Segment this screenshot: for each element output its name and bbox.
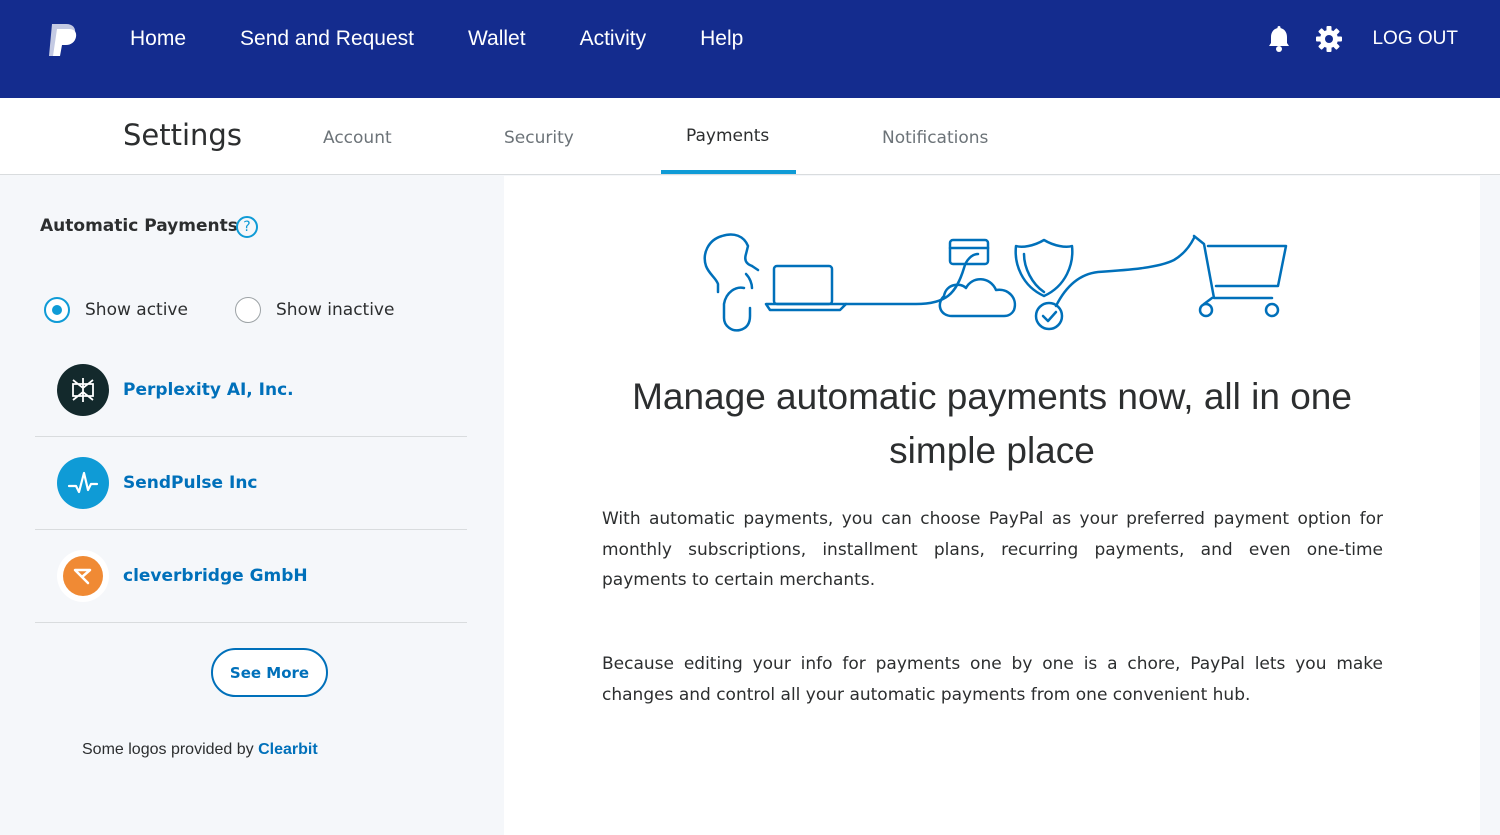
top-nav: Home Send and Request Wallet Activity He… xyxy=(0,0,1500,98)
paypal-logo-icon[interactable] xyxy=(46,22,80,58)
logout-link[interactable]: LOG OUT xyxy=(1372,28,1458,50)
merchant-row[interactable]: SendPulse Inc xyxy=(35,437,467,530)
radio-show-active[interactable] xyxy=(44,297,70,323)
nav-help[interactable]: Help xyxy=(700,27,743,51)
nav-home[interactable]: Home xyxy=(130,27,186,51)
tab-security[interactable]: Security xyxy=(504,128,574,148)
nav-wallet[interactable]: Wallet xyxy=(468,27,526,51)
cleverbridge-logo-icon xyxy=(57,550,109,602)
logos-attribution: Some logos provided by Clearbit xyxy=(82,741,318,759)
tab-notifications[interactable]: Notifications xyxy=(882,128,988,148)
hub-paragraph: Because editing your info for payments o… xyxy=(602,654,1383,705)
nav-send-and-request[interactable]: Send and Request xyxy=(240,27,414,51)
see-more-button[interactable]: See More xyxy=(211,648,328,697)
right-gutter xyxy=(1480,176,1500,835)
sidebar-title: Automatic Payments xyxy=(40,216,238,236)
perplexity-logo-icon xyxy=(57,364,109,416)
nav-activity[interactable]: Activity xyxy=(580,27,647,51)
main-nav: Home Send and Request Wallet Activity He… xyxy=(130,0,797,78)
help-icon[interactable]: ? xyxy=(236,216,258,238)
sendpulse-logo-icon xyxy=(57,457,109,509)
radio-label: Show active xyxy=(85,300,188,320)
payments-journey-illustration xyxy=(694,226,1294,336)
headline: Manage automatic payments now, all in on… xyxy=(632,376,1352,471)
filter-show-inactive[interactable]: Show inactive xyxy=(235,297,394,323)
intro-paragraph: With automatic payments, you can choose … xyxy=(602,509,1383,590)
automatic-payments-sidebar: Automatic Payments ? Show active Show in… xyxy=(0,176,504,835)
bell-icon[interactable] xyxy=(1266,26,1292,52)
radio-label: Show inactive xyxy=(276,300,395,320)
page-title: Settings xyxy=(123,118,242,152)
merchant-name[interactable]: cleverbridge GmbH xyxy=(123,566,308,586)
attribution-text: Some logos provided by xyxy=(82,741,259,758)
main-content: Manage automatic payments now, all in on… xyxy=(504,176,1480,835)
active-tab-indicator xyxy=(661,170,796,174)
tab-payments[interactable]: Payments xyxy=(686,126,769,146)
merchant-row[interactable]: cleverbridge GmbH xyxy=(35,530,467,623)
merchant-name[interactable]: Perplexity AI, Inc. xyxy=(123,380,294,400)
merchant-name[interactable]: SendPulse Inc xyxy=(123,473,258,493)
filter-show-active[interactable]: Show active xyxy=(44,297,188,323)
radio-show-inactive[interactable] xyxy=(235,297,261,323)
gear-icon[interactable] xyxy=(1316,26,1343,52)
settings-bar: Settings Account Security Payments Notif… xyxy=(0,98,1500,175)
nav-right: LOG OUT xyxy=(1242,0,1458,78)
clearbit-link[interactable]: Clearbit xyxy=(258,741,318,758)
tab-account[interactable]: Account xyxy=(323,128,392,148)
merchant-row[interactable]: Perplexity AI, Inc. xyxy=(35,344,467,437)
